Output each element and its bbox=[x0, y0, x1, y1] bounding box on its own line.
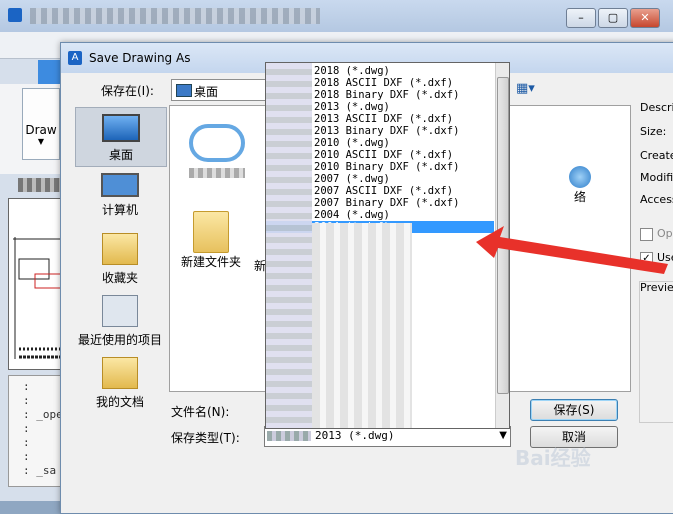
desktop-icon bbox=[102, 114, 140, 142]
save-in-label: 保存在(I): bbox=[101, 84, 154, 98]
dropdown-item-label: 2007 ASCII DXF (*.dxf) bbox=[314, 185, 454, 197]
blurred-label bbox=[189, 168, 245, 178]
desktop-icon bbox=[176, 84, 192, 97]
preview-box bbox=[639, 281, 673, 423]
folder-icon bbox=[193, 211, 229, 253]
place-label: 收藏夹 bbox=[101, 271, 138, 285]
places-bar: 桌面 计算机 收藏夹 最近使用的项目 我的文档 bbox=[75, 105, 167, 420]
dropdown-item-label: 2018 (*.dwg) bbox=[314, 65, 390, 77]
blurred-prefix bbox=[267, 431, 311, 441]
dropdown-item-label: 2013 ASCII DXF (*.dxf) bbox=[314, 113, 454, 125]
place-computer[interactable]: 计算机 bbox=[75, 173, 165, 218]
description-label: Descri bbox=[640, 101, 673, 114]
place-desktop[interactable]: 桌面 bbox=[75, 107, 167, 167]
minimize-button[interactable]: – bbox=[566, 8, 596, 28]
place-recent[interactable]: 最近使用的项目 bbox=[75, 295, 165, 348]
annotation-arrow bbox=[476, 226, 668, 274]
maximize-button[interactable]: ▢ bbox=[598, 8, 628, 28]
app-logo-icon: A bbox=[68, 51, 82, 65]
dropdown-item-label: 2010 (*.dwg) bbox=[314, 137, 390, 149]
place-favorites[interactable]: 收藏夹 bbox=[75, 233, 165, 286]
close-button[interactable]: ✕ bbox=[630, 8, 660, 28]
dropdown-item-label: 2007 (*.dwg) bbox=[314, 173, 390, 185]
network-label: 络 bbox=[573, 190, 586, 204]
cloud-icon bbox=[189, 124, 245, 162]
computer-icon bbox=[101, 173, 139, 197]
save-in-value: 桌面 bbox=[194, 85, 219, 99]
blurred-title bbox=[30, 8, 320, 24]
cloud-item[interactable] bbox=[182, 124, 252, 178]
accessed-label: Access bbox=[640, 193, 673, 206]
dropdown-item-label: 2004 (*.dwg) bbox=[314, 209, 390, 221]
dropdown-item-label: 2007 Binary DXF (*.dxf) bbox=[314, 197, 460, 209]
save-in-combo[interactable]: 桌面 bbox=[171, 79, 268, 101]
drawing-canvas[interactable] bbox=[8, 198, 68, 370]
draw-label: Draw bbox=[25, 123, 57, 137]
dropdown-item-label: 2010 ASCII DXF (*.dxf) bbox=[314, 149, 454, 161]
folder-item[interactable]: 新建文件夹 bbox=[176, 211, 246, 270]
network-icon bbox=[569, 166, 591, 188]
place-label: 我的文档 bbox=[95, 395, 144, 409]
save-button[interactable]: 保存(S) bbox=[530, 399, 618, 421]
blurred-label bbox=[18, 178, 63, 192]
place-label: 桌面 bbox=[108, 148, 133, 162]
modified-label: Modifie bbox=[640, 171, 673, 184]
chevron-down-icon: ▼ bbox=[499, 430, 507, 441]
grid-icon: ▦▾ bbox=[516, 81, 535, 96]
command-line-3: : bbox=[23, 422, 30, 435]
place-label: 计算机 bbox=[101, 203, 138, 217]
dropdown-item-label: 2018 Binary DXF (*.dxf) bbox=[314, 89, 460, 101]
folder-label: 新建文件夹 bbox=[180, 255, 241, 269]
dropdown-item-label: 2010 Binary DXF (*.dxf) bbox=[314, 161, 460, 173]
chevron-down-icon: ▼ bbox=[37, 137, 45, 146]
filetype-value: 2013 (*.dwg) bbox=[315, 429, 395, 442]
draw-icon bbox=[23, 89, 59, 123]
drawing-preview bbox=[13, 237, 64, 359]
created-label: Created bbox=[640, 149, 673, 162]
command-line-4: : bbox=[23, 436, 30, 449]
network-item[interactable]: 络 bbox=[565, 166, 595, 205]
watermark: Bai经验 bbox=[515, 446, 591, 470]
command-line-0: : bbox=[23, 380, 30, 393]
filetype-label: 保存类型(T): bbox=[171, 431, 240, 445]
favorites-icon bbox=[102, 233, 138, 265]
recent-icon bbox=[102, 295, 138, 327]
cad-app-icon bbox=[8, 8, 22, 22]
documents-icon bbox=[102, 357, 138, 389]
dropdown-item-label: 2013 Binary DXF (*.dxf) bbox=[314, 125, 460, 137]
command-line[interactable]: : : : _ope : : : : _sa bbox=[8, 375, 68, 487]
blurred-region bbox=[312, 223, 412, 428]
command-line-5: : bbox=[23, 450, 30, 463]
command-line-1: : bbox=[23, 394, 30, 407]
place-documents[interactable]: 我的文档 bbox=[75, 357, 165, 410]
filename-label: 文件名(N): bbox=[171, 405, 230, 419]
place-label: 最近使用的项目 bbox=[77, 333, 162, 347]
blurred-region bbox=[266, 63, 312, 428]
dropdown-item-label: 2013 (*.dwg) bbox=[314, 101, 390, 113]
command-line-2: : _ope bbox=[23, 408, 63, 421]
dialog-title: Save Drawing As bbox=[89, 51, 191, 65]
filetype-combo[interactable]: 2013 (*.dwg) ▼ bbox=[264, 426, 511, 447]
dropdown-item-label: 2018 ASCII DXF (*.dxf) bbox=[314, 77, 454, 89]
draw-button[interactable]: Draw ▼ bbox=[22, 88, 60, 160]
command-line-6: : _sa bbox=[23, 464, 57, 477]
size-label: Size: bbox=[640, 125, 667, 138]
cad-title-bar: – ▢ ✕ bbox=[0, 0, 673, 32]
views-menu-button[interactable]: ▦▾ bbox=[516, 81, 544, 99]
